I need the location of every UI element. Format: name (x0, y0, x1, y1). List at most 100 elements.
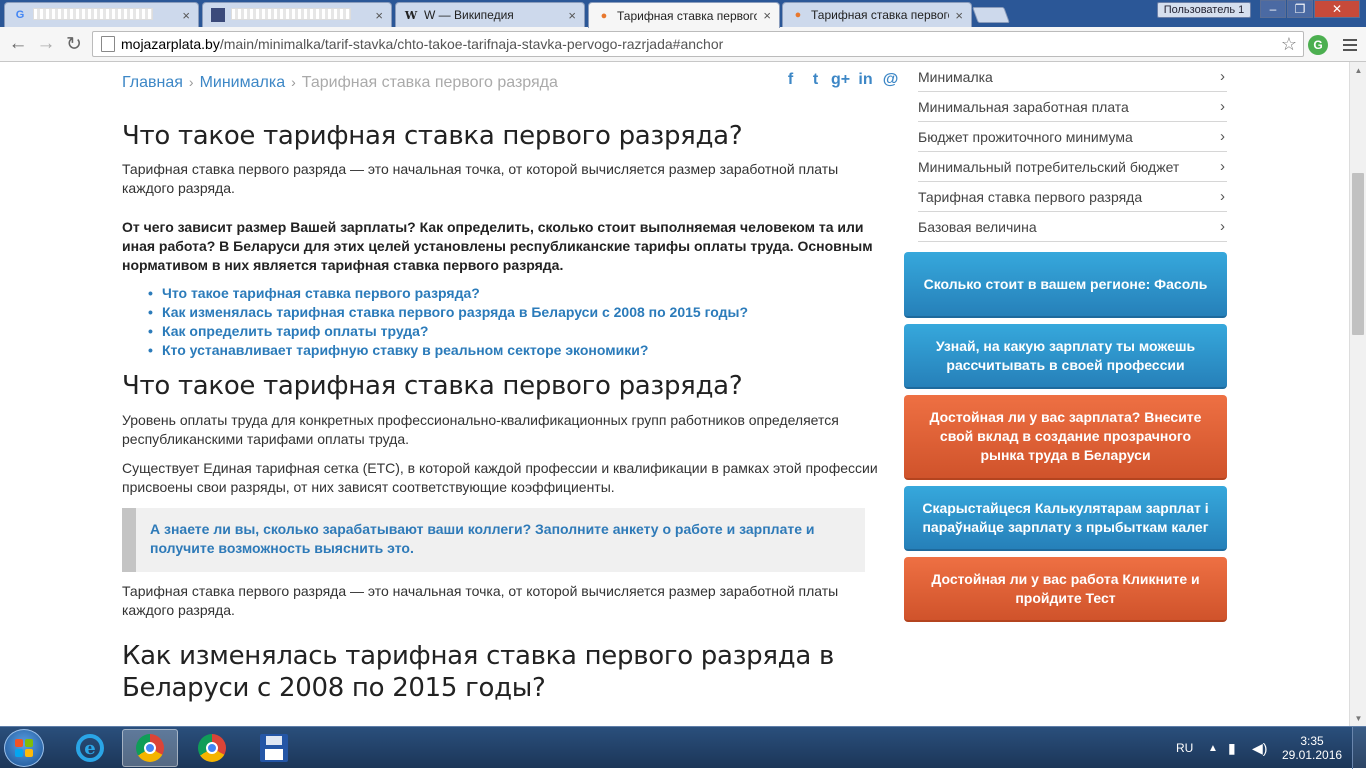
sidebar-item-label: Бюджет прожиточного минимума (918, 128, 1133, 145)
wikipedia-icon: W (404, 8, 418, 22)
breadcrumb-separator-icon: › (188, 74, 194, 90)
close-tab-icon[interactable]: × (955, 8, 963, 23)
floppy-disk-icon (260, 734, 288, 762)
taskbar-internet-explorer[interactable]: e (62, 729, 118, 767)
tray-expand-icon[interactable]: ▲ (1208, 727, 1218, 769)
network-icon[interactable]: ▮ (1228, 727, 1236, 769)
chevron-right-icon: › (1220, 218, 1225, 235)
promo-salary-calculator-button[interactable]: Скарыстайцеся Калькулятарам зарплат і па… (904, 486, 1227, 551)
google-icon: G (15, 9, 25, 21)
close-tab-icon[interactable]: × (375, 8, 383, 23)
sidebar-item-tariff-rate[interactable]: Тарифная ставка первого разряда › (918, 182, 1227, 212)
url-host: mojazarplata.by (121, 36, 220, 52)
section-heading-2: Как изменялась тарифная ставка первого р… (122, 641, 834, 703)
tab-strip: G × × W W — Википедия × ● Тарифная ставк… (0, 0, 1366, 28)
taskbar-save-app[interactable] (246, 729, 302, 767)
breadcrumb-home[interactable]: Главная (122, 74, 183, 91)
facebook-icon[interactable]: f (782, 70, 799, 90)
site-dot-icon: ● (600, 9, 608, 22)
article-paragraph: Уровень оплаты труда для конкретных проф… (122, 412, 839, 447)
start-button[interactable] (4, 729, 44, 767)
bookmark-star-icon[interactable]: ☆ (1281, 34, 1297, 55)
promo-region-price-button[interactable]: Сколько стоит в вашем регионе: Фасоль (904, 252, 1227, 318)
google-plus-icon[interactable]: g+ (831, 70, 850, 90)
minimize-window-button[interactable]: – (1260, 0, 1286, 18)
maximize-window-button[interactable]: ❐ (1287, 0, 1313, 18)
system-clock[interactable]: 3:35 29.01.2016 (1282, 734, 1342, 762)
redacted-title (231, 7, 351, 20)
promo-salary-by-profession-button[interactable]: Узнай, на какую зарплату ты можешь рассч… (904, 324, 1227, 389)
sidebar-item-minimalka[interactable]: Минималка › (918, 62, 1227, 92)
language-indicator[interactable]: RU (1176, 727, 1193, 769)
promo-salary-survey-button[interactable]: Достойная ли у вас зарплата? Внесите сво… (904, 395, 1227, 480)
taskbar-chrome[interactable] (184, 729, 240, 767)
show-desktop-button[interactable] (1352, 727, 1366, 769)
sidebar-item-base-value[interactable]: Базовая величина › (918, 212, 1227, 242)
chrome-icon (198, 734, 226, 762)
tab-2[interactable]: × (202, 2, 392, 27)
twitter-icon[interactable]: t (807, 70, 824, 90)
clock-date: 29.01.2016 (1282, 748, 1343, 762)
breadcrumb-current: Тарифная ставка первого разряда (301, 74, 558, 91)
page-scrollbar[interactable]: ▲ ▼ (1349, 62, 1366, 726)
volume-icon[interactable]: ◀) (1252, 727, 1267, 769)
site-dot-icon: ● (794, 9, 802, 21)
back-button[interactable]: ← (6, 33, 30, 55)
breadcrumb-separator-icon: › (291, 74, 296, 90)
chevron-right-icon: › (1220, 68, 1225, 85)
new-tab-button[interactable] (972, 7, 1010, 23)
toc-link[interactable]: Что такое тарифная ставка первого разряд… (148, 284, 892, 303)
browser-toolbar: ← → ↻ mojazarplata.by/main/minimalka/tar… (0, 27, 1366, 62)
tab-5[interactable]: ● Тарифная ставка первого р × (782, 2, 972, 27)
breadcrumb: Главная › Минималка › Тарифная ставка первог… (122, 74, 558, 92)
sidebar-item-label: Минималка (918, 68, 993, 85)
sidebar-item-min-wage[interactable]: Минимальная заработная плата › (918, 92, 1227, 122)
article-paragraph: Существует Единая тарифная сетка (ЕТС), … (122, 460, 878, 495)
reload-button[interactable]: ↻ (62, 33, 86, 55)
close-tab-icon[interactable]: × (763, 8, 771, 23)
address-bar[interactable]: mojazarplata.by/main/minimalka/tarif-sta… (92, 31, 1304, 57)
scroll-down-icon[interactable]: ▼ (1350, 710, 1366, 726)
user-profile-button[interactable]: Пользователь 1 (1157, 2, 1251, 18)
article-lead: От чего зависит размер Вашей зарплаты? К… (122, 219, 873, 273)
chevron-right-icon: › (1220, 188, 1225, 205)
sidebar-item-label: Минимальная заработная плата (918, 98, 1129, 115)
email-share-icon[interactable]: @ (882, 70, 899, 90)
table-of-contents: Что такое тарифная ставка первого разряд… (148, 284, 892, 360)
survey-callout-text[interactable]: А знаете ли вы, сколько зарабатывают ваш… (150, 520, 845, 558)
chevron-right-icon: › (1220, 158, 1225, 175)
survey-callout[interactable]: А знаете ли вы, сколько зарабатывают ваш… (122, 508, 865, 572)
browser-menu-icon[interactable] (1340, 35, 1360, 55)
redacted-title (33, 7, 153, 20)
url-path: /main/minimalka/tarif-stavka/chto-takoe-… (219, 36, 724, 52)
taskbar-chrome-active[interactable] (122, 729, 178, 767)
sidebar-item-label: Базовая величина (918, 218, 1037, 235)
sidebar-menu: Минималка › Минимальная заработная плата ›… (918, 62, 1227, 242)
toc-link[interactable]: Как определить тариф оплаты труда? (148, 322, 892, 341)
close-tab-icon[interactable]: × (182, 8, 190, 23)
breadcrumb-section[interactable]: Минималка (200, 74, 286, 91)
site-icon (211, 8, 225, 22)
tab-1[interactable]: G × (4, 2, 199, 27)
scroll-up-icon[interactable]: ▲ (1350, 62, 1366, 78)
close-window-button[interactable]: ✕ (1314, 0, 1360, 18)
sidebar-item-subsistence-budget[interactable]: Бюджет прожиточного минимума › (918, 122, 1227, 152)
scrollbar-thumb[interactable] (1352, 173, 1364, 335)
chrome-icon (136, 734, 164, 762)
forward-button[interactable]: → (34, 33, 58, 55)
grammarly-extension-icon[interactable]: G (1308, 35, 1328, 55)
toc-link[interactable]: Как изменялась тарифная ставка первого р… (148, 303, 892, 322)
page-viewport: Главная › Минималка › Тарифная ставка первог… (0, 62, 1349, 726)
tab-wikipedia[interactable]: W W — Википедия × (395, 2, 585, 27)
article-paragraph: Тарифная ставка первого разряда — это на… (122, 583, 839, 618)
sidebar-item-label: Минимальный потребительский бюджет (918, 158, 1180, 175)
sidebar-item-consumer-budget[interactable]: Минимальный потребительский бюджет › (918, 152, 1227, 182)
clock-time: 3:35 (1300, 734, 1324, 748)
toc-link[interactable]: Кто устанавливает тарифную ставку в реал… (148, 341, 892, 360)
tab-active[interactable]: ● Тарифная ставка первого р × (588, 2, 780, 28)
linkedin-icon[interactable]: in (857, 70, 874, 90)
windows-logo-icon (15, 739, 33, 757)
close-tab-icon[interactable]: × (568, 8, 576, 23)
page-icon (101, 36, 115, 52)
promo-job-test-button[interactable]: Достойная ли у вас работа Кликните и про… (904, 557, 1227, 622)
